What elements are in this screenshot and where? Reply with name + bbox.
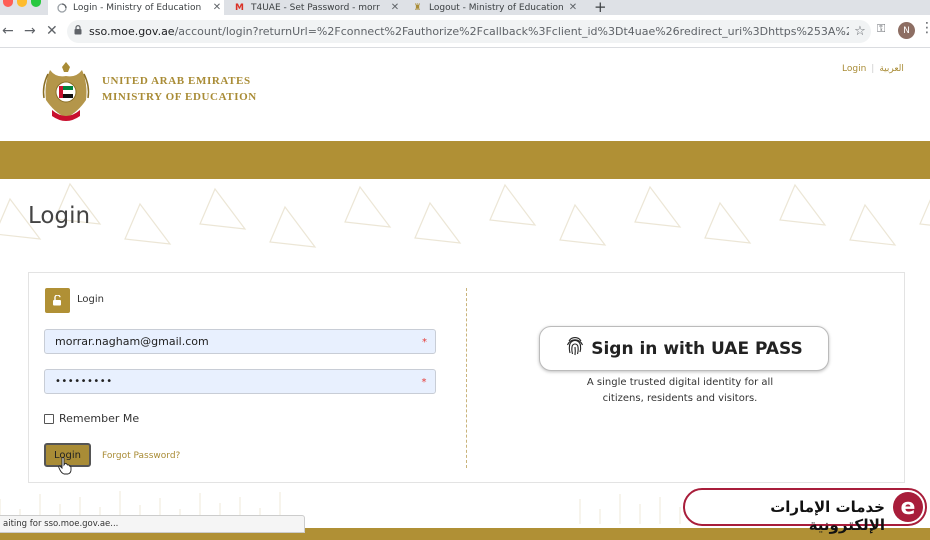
tab-title: T4UAE - Set Password - morr: [251, 2, 380, 13]
uae-pass-desc-line-1: A single trusted digital identity for al…: [586, 377, 774, 388]
password-field-value: •••••••••: [55, 376, 113, 387]
link-separator: |: [871, 64, 875, 74]
url-text: sso.moe.gov.ae/account/login?returnUrl=%…: [89, 25, 849, 38]
arabic-language-link[interactable]: العربية: [879, 64, 904, 74]
uae-pass-description: A single trusted digital identity for al…: [569, 375, 791, 407]
tab-title: Logout - Ministry of Education: [429, 2, 564, 13]
forgot-password-link[interactable]: Forgot Password?: [102, 451, 180, 461]
url-host: sso.moe.gov.ae: [89, 25, 175, 38]
profile-avatar[interactable]: N: [898, 22, 915, 39]
url-path: /account/login?returnUrl=%2Fconnect%2Fau…: [174, 25, 849, 38]
watermark-badge: خدمات الإمارات الإلكترونية e: [683, 488, 927, 534]
stop-loading-icon[interactable]: ✕: [46, 23, 58, 39]
address-bar[interactable]: sso.moe.gov.ae/account/login?returnUrl=%…: [67, 20, 871, 43]
login-form-heading: Login: [77, 294, 104, 305]
emblem-icon: ♜: [413, 2, 422, 13]
site-header: UNITED ARAB EMIRATES MINISTRY OF EDUCATI…: [0, 48, 930, 141]
gold-banner: [0, 141, 930, 179]
hand-cursor-icon: [58, 457, 72, 475]
close-tab-icon[interactable]: ✕: [210, 2, 224, 13]
bookmark-star-icon[interactable]: ☆: [849, 24, 871, 39]
organization-name: UNITED ARAB EMIRATES MINISTRY OF EDUCATI…: [102, 73, 257, 105]
org-line-1: UNITED ARAB EMIRATES: [102, 75, 251, 87]
back-arrow-icon[interactable]: ←: [2, 23, 14, 39]
forward-arrow-icon[interactable]: →: [24, 23, 36, 39]
new-tab-button[interactable]: +: [594, 0, 607, 16]
browser-tab[interactable]: ♜ Logout - Ministry of Education ✕: [404, 0, 580, 15]
vertical-divider: [466, 288, 467, 468]
login-card: Login morrar.nagham@gmail.com * ••••••••…: [28, 272, 905, 483]
remember-me[interactable]: Remember Me: [44, 412, 139, 425]
watermark-text: خدمات الإمارات الإلكترونية: [770, 498, 885, 534]
browser-tab-strip: Login - Ministry of Education ✕ M T4UAE …: [0, 0, 930, 16]
loading-spinner-icon: [56, 2, 67, 13]
password-field[interactable]: ••••••••• *: [44, 369, 436, 394]
fingerprint-icon: [565, 335, 585, 362]
screen: Login - Ministry of Education ✕ M T4UAE …: [0, 0, 930, 540]
more-menu-icon[interactable]: ⋮: [920, 20, 930, 36]
lock-icon: [67, 25, 89, 38]
browser-toolbar: ← → ✕ sso.moe.gov.ae/account/login?retur…: [0, 15, 930, 48]
page-title: Login: [28, 203, 91, 229]
browser-tab-active[interactable]: Login - Ministry of Education ✕: [48, 0, 224, 15]
browser-status-bar: aiting for sso.moe.gov.ae...: [0, 515, 305, 533]
remember-me-checkbox[interactable]: [44, 413, 54, 424]
close-tab-icon[interactable]: ✕: [566, 2, 580, 13]
required-marker: *: [421, 377, 427, 388]
close-window-button[interactable]: [3, 0, 13, 7]
uae-pass-desc-line-2: citizens, residents and visitors.: [602, 393, 758, 404]
maximize-window-button[interactable]: [31, 0, 41, 7]
required-marker: *: [422, 337, 427, 348]
browser-tab[interactable]: M T4UAE - Set Password - morr ✕: [226, 0, 402, 15]
uae-pass-label: Sign in with UAE PASS: [591, 338, 803, 359]
header-login-link[interactable]: Login: [842, 64, 866, 74]
close-tab-icon[interactable]: ✕: [388, 2, 402, 13]
unlock-icon: [45, 288, 70, 313]
e-logo-icon: e: [893, 492, 923, 522]
minimize-window-button[interactable]: [17, 0, 27, 7]
uae-emblem-logo[interactable]: [40, 60, 92, 126]
gmail-icon: M: [235, 2, 244, 13]
language-links: Login | العربية: [842, 64, 904, 74]
remember-me-label: Remember Me: [59, 412, 140, 425]
org-line-2: MINISTRY OF EDUCATION: [102, 91, 257, 103]
tab-title: Login - Ministry of Education: [73, 2, 202, 13]
key-icon[interactable]: ⚿: [877, 22, 885, 36]
uae-pass-button[interactable]: Sign in with UAE PASS: [539, 326, 829, 371]
email-field[interactable]: morrar.nagham@gmail.com *: [44, 329, 436, 354]
email-field-value: morrar.nagham@gmail.com: [55, 335, 209, 348]
